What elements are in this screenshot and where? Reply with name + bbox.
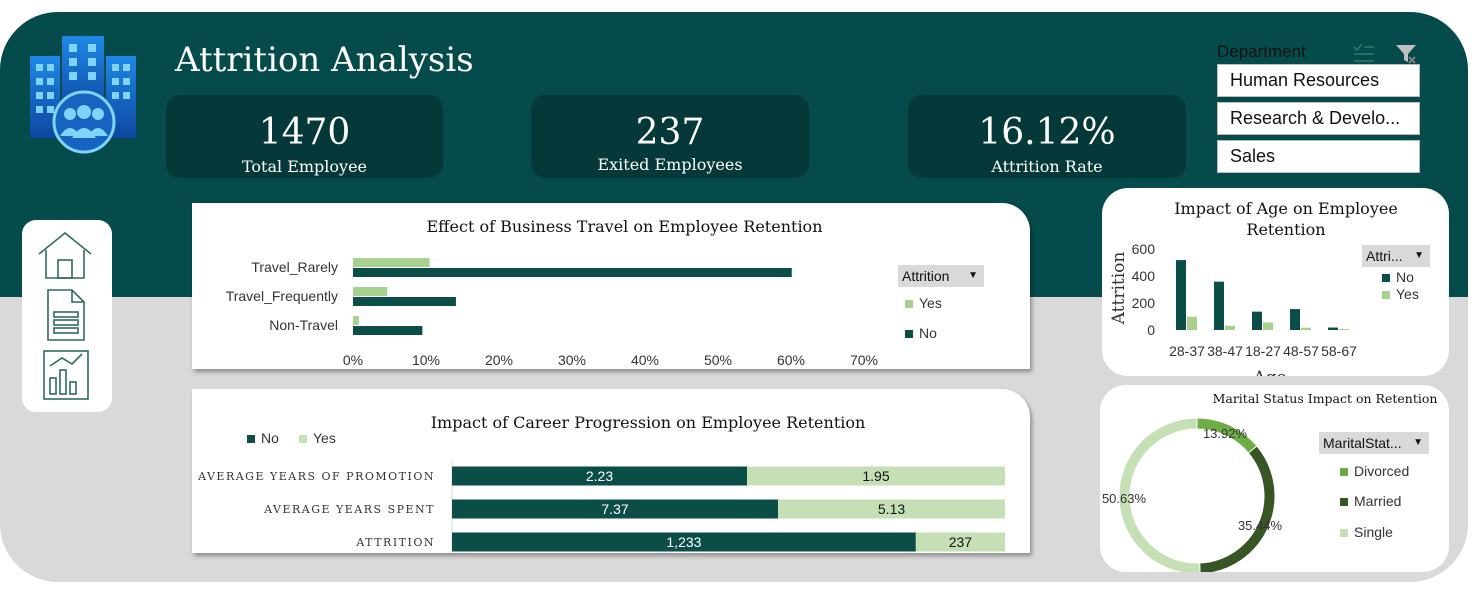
data-label-no: 2.23 (586, 468, 613, 484)
kpi-total-employee: 1470 Total Employee (166, 95, 443, 178)
legend-item-no: No (1382, 269, 1414, 285)
x-tick-label: 18-27 (1245, 343, 1281, 359)
x-tick-label: 58-67 (1321, 343, 1357, 359)
data-label-no: 7.37 (601, 501, 628, 517)
bar-yes (353, 287, 388, 296)
data-label-yes: 5.13 (878, 501, 905, 517)
y-tick-label: 400 (1132, 268, 1156, 284)
x-tick-label: 48-57 (1283, 343, 1319, 359)
kpi-label: Total Employee (241, 157, 368, 176)
filter-label: MaritalStat... (1323, 435, 1402, 451)
kpi-label: Exited Employees (597, 155, 743, 174)
x-tick-label: 30% (558, 352, 586, 368)
legend-item-divorced: Divorced (1340, 463, 1409, 479)
category-label: Non-Travel (269, 317, 338, 333)
legend-item-yes: Yes (905, 295, 942, 311)
legend-item-married: Married (1340, 493, 1401, 509)
x-axis-title: Age (1252, 368, 1286, 376)
y-axis-title: Attrition (1109, 252, 1129, 326)
slicer-item-research-development[interactable]: Research & Develo... (1217, 102, 1420, 135)
bar-yes (1301, 327, 1311, 330)
data-label-yes: 237 (949, 534, 973, 550)
bar-no (1176, 260, 1186, 330)
y-tick-label: 600 (1132, 241, 1156, 257)
category-label: Travel_Rarely (251, 259, 338, 275)
slicer-title: Department (1217, 42, 1306, 61)
category-label: AVERAGE YEARS SPENT (263, 503, 435, 516)
bar-no (1328, 327, 1338, 330)
dropdown-arrow-icon: ▼ (968, 270, 978, 281)
clear-filter-icon[interactable] (1394, 42, 1418, 66)
dashboard-frame: Attrition Analysis 1470 Total Employee 2… (0, 12, 1468, 582)
bar-no (1290, 309, 1300, 330)
y-tick-label: 200 (1132, 295, 1156, 311)
career-progression-chart: AVERAGE YEARS OF PROMOTION 2.23 1.95 AVERAG… (197, 461, 1005, 553)
bar-yes (1263, 322, 1273, 330)
attrition-filter-dropdown[interactable]: Attrition ▼ (898, 265, 984, 287)
kpi-label: Attrition Rate (991, 157, 1103, 176)
data-label: 13.92% (1203, 426, 1248, 441)
multi-select-icon[interactable] (1352, 42, 1376, 66)
side-navigation (22, 220, 112, 412)
y-tick-label: 0 (1147, 322, 1155, 338)
filter-label: Attri... (1366, 248, 1403, 264)
bar-yes (1225, 325, 1235, 330)
donut-slice-married (1199, 445, 1276, 572)
home-icon[interactable] (36, 230, 94, 280)
x-tick-label: 40% (631, 352, 659, 368)
data-label: 35.44% (1238, 518, 1283, 533)
bar-no (353, 297, 456, 306)
category-label: AVERAGE YEARS OF PROMOTION (197, 470, 435, 483)
marital-status-chart-card: Marital Status Impact on Retention 13.92… (1100, 385, 1449, 572)
slicer-item-human-resources[interactable]: Human Resources (1217, 64, 1420, 97)
kpi-attrition-rate: 16.12% Attrition Rate (908, 95, 1186, 178)
bar-yes (1339, 329, 1349, 330)
filter-label: Attrition (902, 268, 950, 284)
bar-no (1214, 281, 1224, 330)
legend-item-yes: Yes (1382, 286, 1419, 302)
dropdown-arrow-icon: ▼ (1414, 250, 1424, 261)
bar-yes (353, 316, 359, 325)
x-tick-label: 28-37 (1169, 343, 1205, 359)
bar-no (1252, 311, 1262, 330)
kpi-value: 1470 (258, 112, 351, 153)
kpi-value: 237 (635, 112, 705, 153)
building-people-logo-icon (30, 36, 136, 154)
x-tick-label: 70% (850, 352, 878, 368)
marital-status-filter-dropdown[interactable]: MaritalStat... ▼ (1319, 432, 1429, 454)
bar-no (353, 326, 423, 335)
bar-yes (353, 258, 430, 267)
business-travel-chart-card: Effect of Business Travel on Employee Re… (192, 203, 1030, 369)
x-tick-label: 38-47 (1207, 343, 1243, 359)
career-progression-chart-card: Impact of Career Progression on Employee… (192, 389, 1030, 553)
legend-item-single: Single (1340, 524, 1393, 540)
x-tick-label: 20% (485, 352, 513, 368)
category-label: Travel_Frequently (226, 288, 338, 304)
category-label: ATTRITION (355, 536, 435, 549)
data-label-no: 1,233 (666, 534, 701, 550)
x-tick-label: 0% (343, 352, 363, 368)
kpi-value: 16.12% (978, 112, 1116, 153)
page-title: Attrition Analysis (175, 40, 474, 80)
x-tick-label: 50% (704, 352, 732, 368)
age-chart-card: Impact of Age on Employee Retention 0 200… (1102, 188, 1449, 376)
document-icon[interactable] (36, 288, 94, 342)
x-tick-label: 60% (777, 352, 805, 368)
attrition-filter-dropdown[interactable]: Attri... ▼ (1362, 245, 1430, 267)
bar-no (353, 268, 792, 277)
legend-item-no: No (905, 325, 937, 341)
report-icon[interactable] (36, 348, 94, 402)
bar-yes (1187, 316, 1197, 330)
data-label: 50.63% (1102, 491, 1147, 506)
slicer-item-sales[interactable]: Sales (1217, 140, 1420, 173)
data-label-yes: 1.95 (862, 468, 889, 484)
kpi-exited-employees: 237 Exited Employees (531, 95, 809, 178)
dropdown-arrow-icon: ▼ (1413, 437, 1423, 448)
x-tick-label: 10% (412, 352, 440, 368)
